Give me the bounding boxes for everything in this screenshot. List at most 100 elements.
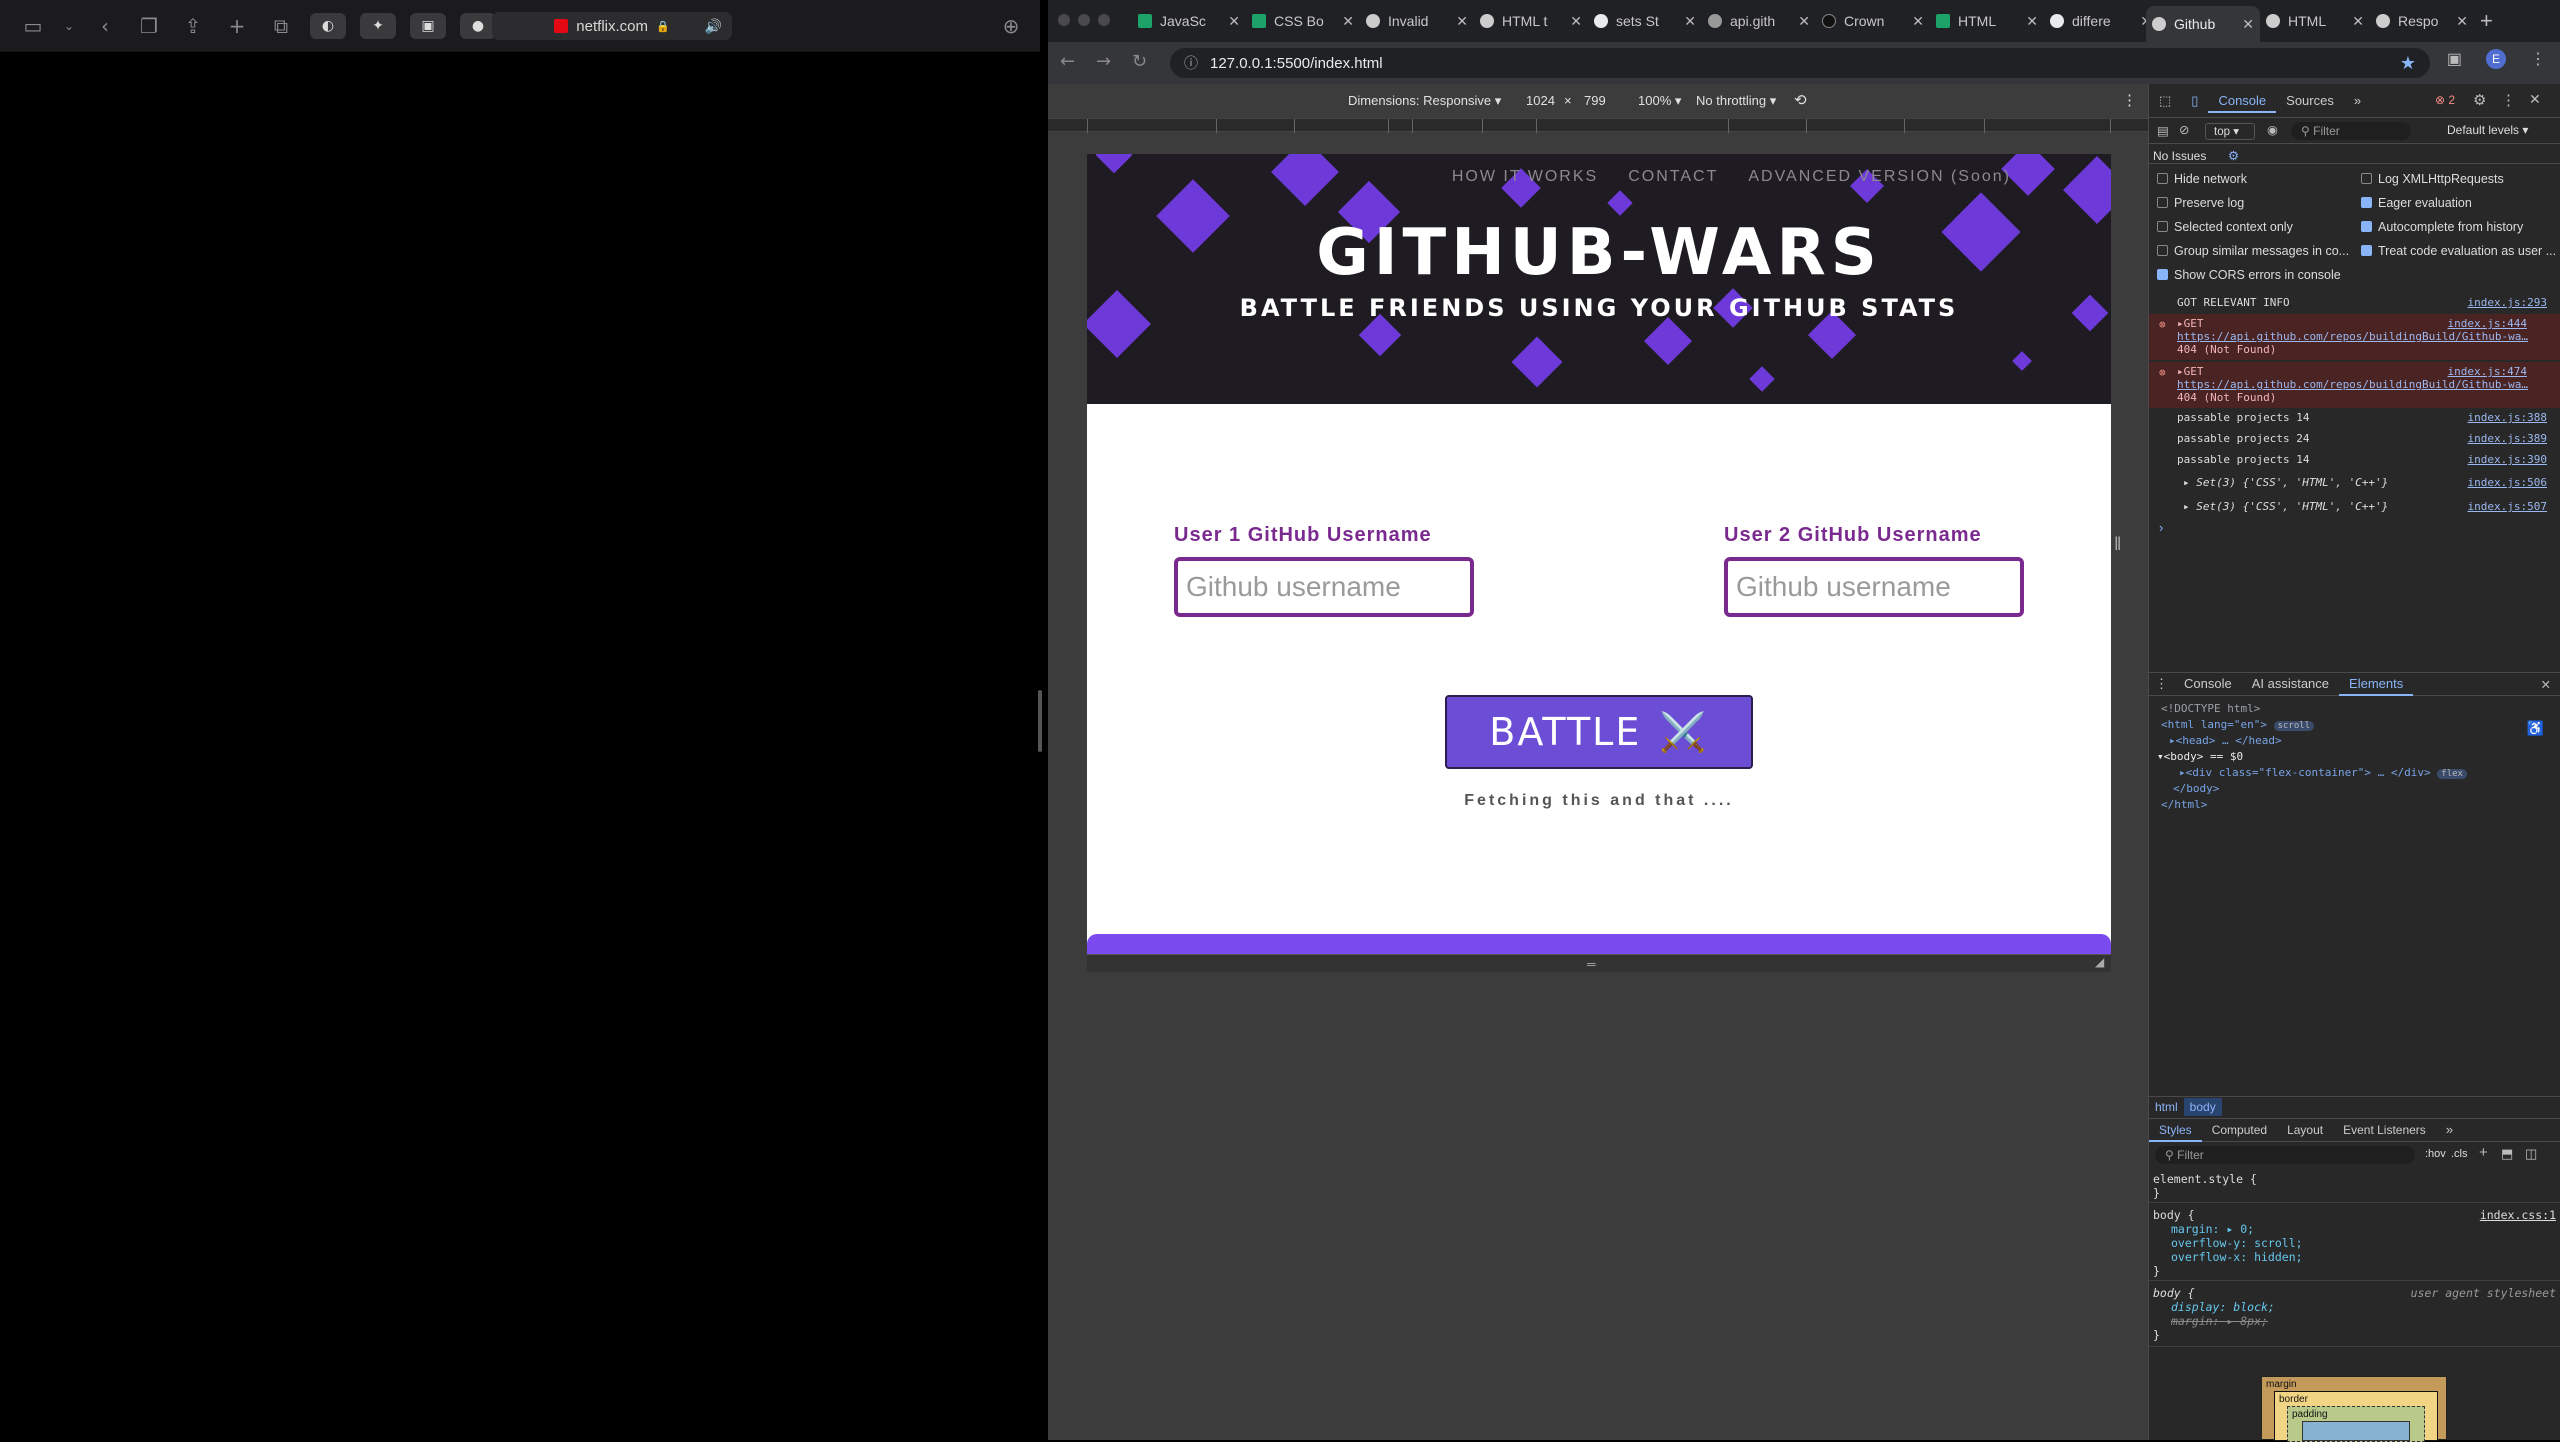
browser-tab[interactable]: Respo ✕	[2370, 6, 2474, 36]
safari-address-bar[interactable]: netflix.com 🔒 🔊	[492, 12, 732, 40]
issues-settings-icon[interactable]: ⚙	[2228, 149, 2239, 163]
log-source-link[interactable]: index.js:444	[2448, 317, 2527, 330]
close-tab-icon[interactable]: ✕	[2456, 13, 2468, 30]
close-tab-icon[interactable]: ✕	[1456, 13, 1468, 30]
drawer-tab-elements[interactable]: Elements	[2339, 672, 2414, 696]
context-selector[interactable]: top ▾	[2205, 123, 2255, 140]
tab-group-icon[interactable]: ❐	[134, 11, 164, 41]
rule2-selector[interactable]: body {	[2153, 1286, 2195, 1300]
console-log-row[interactable]: ▸ Set(3) {'CSS', 'HTML', 'C++'} index.js:…	[2149, 496, 2560, 518]
rule1-selector[interactable]: body {	[2153, 1208, 2195, 1222]
close-drawer-icon[interactable]: ✕	[2541, 677, 2551, 692]
log-levels-dropdown[interactable]: Default levels ▾	[2447, 123, 2528, 137]
css-property[interactable]: display: block;	[2171, 1300, 2275, 1314]
checkbox[interactable]	[2157, 245, 2168, 256]
log-source-link[interactable]: index.js:507	[2468, 496, 2547, 518]
close-tab-icon[interactable]: ✕	[2242, 16, 2254, 33]
log-text[interactable]: ▸ Set(3) {'CSS', 'HTML', 'C++'}	[2183, 500, 2388, 513]
log-source-link[interactable]: index.js:506	[2468, 472, 2547, 494]
option-preserve-log[interactable]: Preserve log	[2157, 196, 2244, 210]
pinned-tab-4[interactable]: ●	[460, 12, 496, 39]
breadcrumb-html[interactable]: html	[2149, 1098, 2184, 1116]
browser-tab[interactable]: HTML ✕	[2260, 6, 2370, 36]
sidebar-toggle-icon[interactable]: ▤	[2157, 123, 2169, 138]
close-tab-icon[interactable]: ✕	[1684, 13, 1696, 30]
zoom-dropdown[interactable]: 100% ▾	[1638, 93, 1681, 109]
pinned-tab-3[interactable]: ▣	[410, 12, 446, 39]
close-tab-icon[interactable]: ✕	[2026, 13, 2038, 30]
browser-tab[interactable]: JavaSc ✕	[1132, 6, 1246, 36]
rotate-icon[interactable]: ⟲	[1794, 91, 1807, 109]
nav-contact[interactable]: CONTACT	[1628, 168, 1718, 186]
element-style-rule[interactable]: element.style {	[2153, 1172, 2257, 1186]
settings-gear-icon[interactable]: ⚙	[2473, 91, 2486, 109]
side-panel-icon[interactable]: ▣	[2447, 49, 2462, 69]
styles-filter-input[interactable]: ⚲ Filter	[2155, 1146, 2415, 1164]
box-model-margin[interactable]: margin border padding	[2261, 1376, 2447, 1442]
live-expression-eye-icon[interactable]: ◉	[2267, 122, 2278, 137]
browser-tab[interactable]: api.gith ✕	[1702, 6, 1816, 36]
back-icon[interactable]: ‹	[90, 11, 120, 41]
box-model-padding[interactable]: padding	[2287, 1406, 2425, 1442]
cls-toggle[interactable]: .cls	[2451, 1148, 2468, 1160]
box-model-border[interactable]: border padding	[2274, 1391, 2438, 1442]
tab-event-listeners[interactable]: Event Listeners	[2333, 1118, 2436, 1142]
log-source-link[interactable]: index.js:388	[2468, 408, 2547, 428]
console-filter-input[interactable]: ⚲ Filter	[2291, 122, 2411, 140]
option-group-similar[interactable]: Group similar messages in co...	[2157, 244, 2349, 258]
tab-sources[interactable]: Sources	[2276, 89, 2344, 113]
close-tab-icon[interactable]: ✕	[1798, 13, 1810, 30]
error-url-link[interactable]: https://api.github.com/repos/buildingBui…	[2177, 330, 2528, 343]
checkbox[interactable]	[2361, 221, 2372, 232]
checkbox[interactable]	[2361, 197, 2372, 208]
dom-head[interactable]: ▸<head> … </head>	[2169, 734, 2282, 747]
browser-tab[interactable]: HTML ✕	[1930, 6, 2044, 36]
close-devtools-icon[interactable]: ✕	[2529, 91, 2541, 108]
device-more-icon[interactable]: ⋮	[2122, 91, 2137, 109]
css-property[interactable]: overflow-x: hidden;	[2171, 1250, 2303, 1264]
back-icon[interactable]: ←	[1060, 51, 1075, 72]
drag-handle-icon[interactable]: ═	[1587, 957, 1596, 971]
console-prompt[interactable]: ›	[2159, 520, 2163, 535]
resize-corner-icon[interactable]: ◢	[2095, 955, 2104, 969]
close-tab-icon[interactable]: ✕	[1342, 13, 1354, 30]
close-tab-icon[interactable]: ✕	[1228, 13, 1240, 30]
browser-tab[interactable]: CSS Bo ✕	[1246, 6, 1360, 36]
log-text[interactable]: ▸GET	[2177, 365, 2204, 378]
new-tab-icon[interactable]: +	[222, 11, 252, 41]
rule1-source-link[interactable]: index.css:1	[2480, 1208, 2556, 1222]
console-log-row[interactable]: ▸ Set(3) {'CSS', 'HTML', 'C++'} index.js:…	[2149, 472, 2560, 494]
media-query-ruler[interactable]	[1048, 118, 2148, 133]
box-model-content[interactable]	[2302, 1421, 2410, 1441]
log-text[interactable]: ▸ Set(3) {'CSS', 'HTML', 'C++'}	[2183, 476, 2388, 489]
minimize-window-icon[interactable]	[1078, 14, 1090, 26]
tab-overview-icon[interactable]: ⧉	[266, 11, 296, 41]
css-property-overridden[interactable]: margin: ▸ 8px;	[2171, 1314, 2268, 1328]
zoom-window-icon[interactable]	[1098, 14, 1110, 26]
dom-doctype[interactable]: <!DOCTYPE html>	[2161, 702, 2260, 715]
speaker-icon[interactable]: 🔊	[705, 18, 722, 35]
tab-console[interactable]: Console	[2208, 89, 2277, 113]
inspect-icon[interactable]: ⬚	[2149, 89, 2181, 113]
checkbox[interactable]	[2157, 173, 2168, 184]
height-input[interactable]: 799	[1584, 93, 1624, 108]
log-source-link[interactable]: index.js:390	[2468, 450, 2547, 470]
more-style-tabs-icon[interactable]: »	[2436, 1118, 2463, 1142]
accessibility-icon[interactable]: ♿	[2527, 720, 2544, 737]
pinned-tab-2[interactable]: ✦	[360, 12, 396, 39]
breadcrumb-body[interactable]: body	[2183, 1098, 2222, 1116]
avatar[interactable]: E	[2486, 49, 2506, 69]
close-window-icon[interactable]	[1058, 14, 1070, 26]
log-source-link[interactable]: index.js:389	[2468, 429, 2547, 449]
option-show-cors[interactable]: Show CORS errors in console	[2157, 268, 2341, 282]
error-badge[interactable]: ⊗ 2	[2435, 93, 2455, 107]
pinned-tab-1[interactable]: ◐	[310, 12, 346, 39]
close-tab-icon[interactable]: ✕	[2352, 13, 2364, 30]
battle-button[interactable]: BATTLE ⚔️	[1445, 695, 1753, 769]
bookmark-star-icon[interactable]: ★	[2400, 53, 2416, 74]
computed-sidebar-icon[interactable]: ◫	[2525, 1146, 2537, 1162]
nav-advanced-version[interactable]: ADVANCED VERSION (Soon)	[1748, 168, 2011, 186]
reload-icon[interactable]: ↻	[1132, 51, 1147, 72]
device-toggle-icon[interactable]: ▯	[2181, 89, 2208, 113]
option-hide-network[interactable]: Hide network	[2157, 172, 2247, 186]
